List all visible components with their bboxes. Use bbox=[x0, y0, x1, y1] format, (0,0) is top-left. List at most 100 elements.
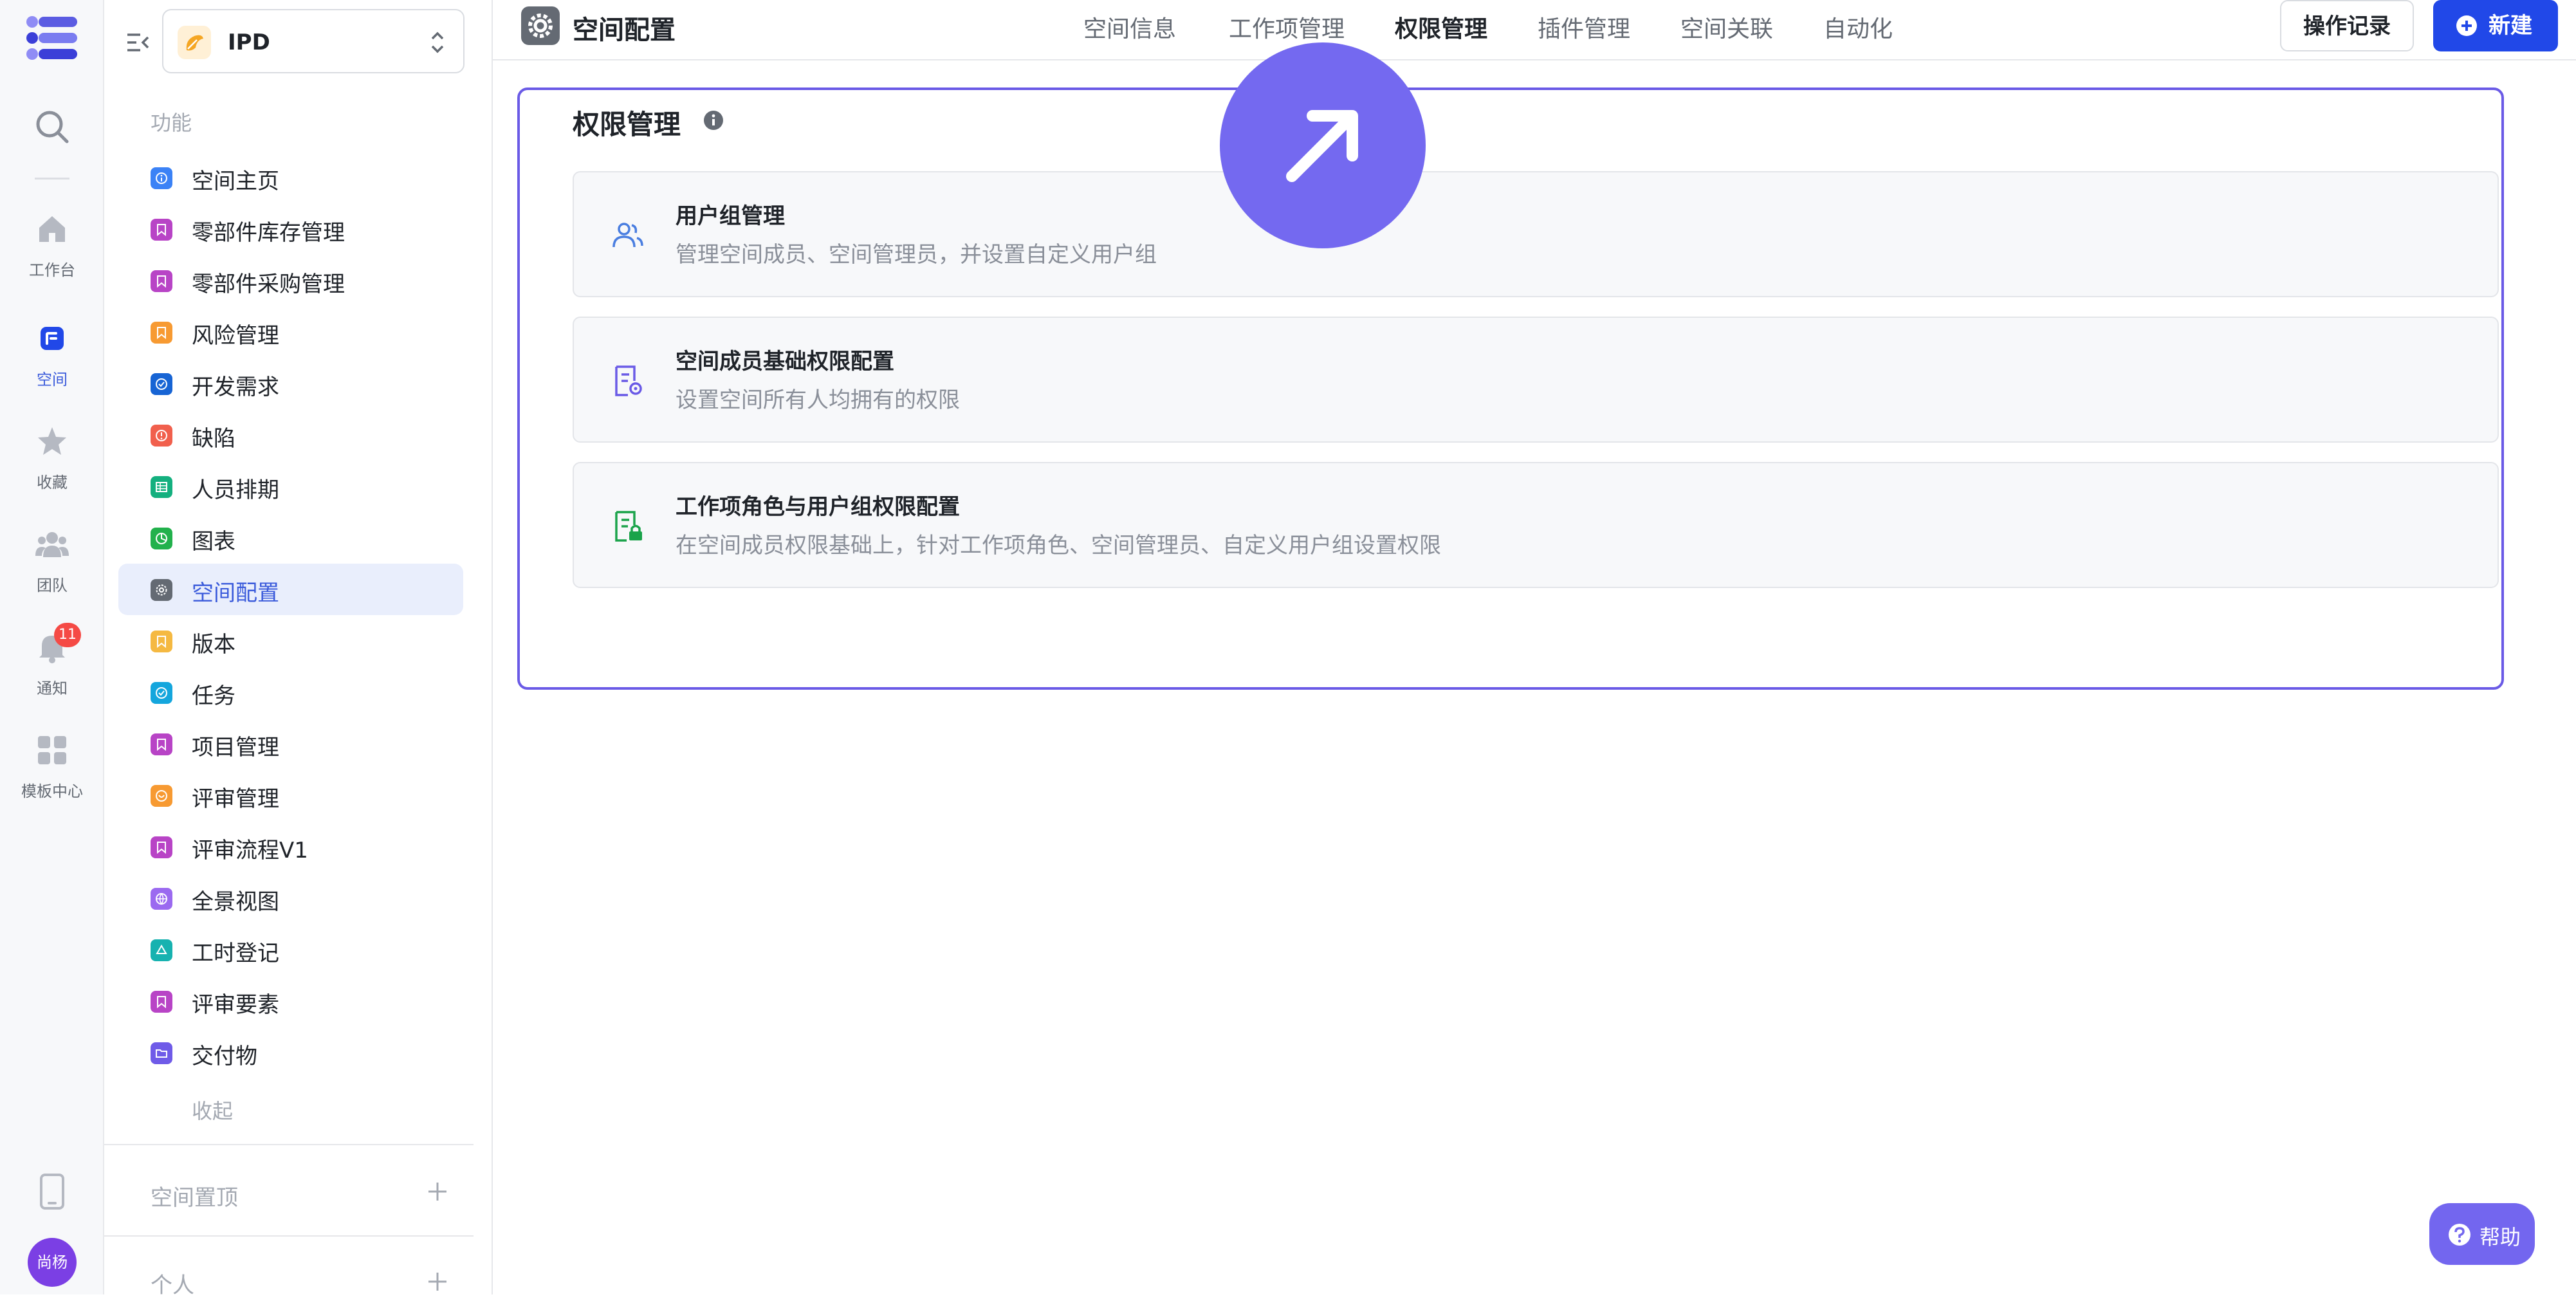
bookmark-icon bbox=[151, 631, 172, 652]
help-button[interactable]: 帮助 bbox=[2429, 1203, 2535, 1265]
sidebar-item-dev-requirements[interactable]: 开发需求 bbox=[118, 358, 463, 409]
collapse-sidebar-icon[interactable] bbox=[125, 30, 151, 55]
tab-automation[interactable]: 自动化 bbox=[1823, 10, 1893, 44]
sidebar-item-space-home[interactable]: 空间主页 bbox=[118, 152, 463, 203]
card-description: 设置空间所有人均拥有的权限 bbox=[676, 387, 960, 413]
review-icon bbox=[151, 785, 172, 807]
bookmark-icon bbox=[151, 322, 172, 344]
grid-icon bbox=[38, 736, 66, 764]
arrow-up-right-button[interactable] bbox=[1220, 42, 1426, 248]
add-pinned-icon[interactable] bbox=[426, 1180, 449, 1203]
sidebar-item-label: 工时登记 bbox=[192, 941, 279, 966]
search-icon[interactable] bbox=[33, 108, 71, 145]
rail-item-team[interactable]: 团队 bbox=[0, 528, 104, 611]
rail-item-space[interactable]: 空间 bbox=[0, 322, 104, 405]
tab-space-info[interactable]: 空间信息 bbox=[1083, 10, 1176, 44]
rail-item-workbench[interactable]: 工作台 bbox=[0, 212, 104, 296]
tab-work-item-management[interactable]: 工作项管理 bbox=[1229, 10, 1345, 44]
new-button-label: 新建 bbox=[2489, 13, 2532, 39]
sidebar-item-defects[interactable]: 缺陷 bbox=[118, 409, 463, 461]
member-base-permission-card[interactable]: 空间成员基础权限配置 设置空间所有人均拥有的权限 bbox=[573, 317, 2499, 443]
rail-item-templates[interactable]: 模板中心 bbox=[0, 733, 104, 817]
panorama-icon bbox=[151, 888, 172, 910]
bookmark-icon bbox=[151, 991, 172, 1013]
sidebar-divider bbox=[104, 1144, 474, 1145]
tab-plugin-management[interactable]: 插件管理 bbox=[1538, 10, 1630, 44]
collapse-link[interactable]: 收起 bbox=[192, 1095, 233, 1125]
sidebar-item-review-management[interactable]: 评审管理 bbox=[118, 769, 463, 821]
rail-label: 团队 bbox=[37, 576, 68, 594]
tab-space-association[interactable]: 空间关联 bbox=[1680, 10, 1773, 44]
plus-circle-icon bbox=[2456, 15, 2477, 36]
sidebar-item-label: 开发需求 bbox=[192, 374, 279, 400]
new-button[interactable]: 新建 bbox=[2433, 0, 2558, 51]
sidebar-item-label: 评审管理 bbox=[192, 786, 279, 812]
bookmark-icon bbox=[151, 270, 172, 292]
space-sidebar: IPD 功能 空间主页 零部件库存管理 零部件采购管理 风险管理 开发需求 缺陷… bbox=[104, 0, 493, 1298]
sidebar-item-version[interactable]: 版本 bbox=[118, 615, 463, 667]
info-icon bbox=[151, 167, 172, 189]
sidebar-item-panorama[interactable]: 全景视图 bbox=[118, 872, 463, 924]
space-icon bbox=[41, 327, 64, 350]
info-icon[interactable] bbox=[703, 109, 724, 131]
sidebar-item-review-elements[interactable]: 评审要素 bbox=[118, 975, 463, 1027]
folder-icon bbox=[151, 1042, 172, 1064]
sidebar-item-space-config[interactable]: 空间配置 bbox=[118, 564, 463, 615]
sidebar-item-label: 空间配置 bbox=[192, 580, 279, 606]
pinned-spaces-header: 空间置顶 bbox=[151, 1185, 238, 1211]
gear-icon bbox=[521, 6, 560, 45]
work-item-role-permission-card[interactable]: 工作项角色与用户组权限配置 在空间成员权限基础上，针对工作项角色、空间管理员、自… bbox=[573, 462, 2499, 588]
sidebar-divider bbox=[104, 1235, 474, 1237]
sidebar-item-deliverables[interactable]: 交付物 bbox=[118, 1027, 463, 1078]
operation-log-button[interactable]: 操作记录 bbox=[2280, 0, 2414, 51]
top-bar: 空间配置 空间信息 工作项管理 权限管理 插件管理 空间关联 自动化 操作记录 … bbox=[493, 0, 2576, 60]
sidebar-item-timesheet[interactable]: 工时登记 bbox=[118, 924, 463, 975]
user-group-card[interactable]: 用户组管理 管理空间成员、空间管理员，并设置自定义用户组 bbox=[573, 171, 2499, 297]
sidebar-item-label: 零部件采购管理 bbox=[192, 272, 345, 297]
team-icon bbox=[35, 532, 69, 557]
rail-item-favorites[interactable]: 收藏 bbox=[0, 425, 104, 508]
avatar[interactable]: 尚杨 bbox=[28, 1238, 77, 1287]
rail-item-notifications[interactable]: 11 通知 bbox=[0, 623, 104, 714]
sidebar-item-label: 风险管理 bbox=[192, 323, 279, 349]
sidebar-item-parts-inventory[interactable]: 零部件库存管理 bbox=[118, 203, 463, 255]
app-rail: 工作台 空间 收藏 团队 11 通知 模板中心 尚杨 bbox=[0, 0, 104, 1294]
sidebar-item-label: 空间主页 bbox=[192, 169, 279, 194]
rail-label: 通知 bbox=[37, 679, 68, 697]
space-selector[interactable]: IPD bbox=[162, 9, 465, 73]
sidebar-item-review-flow-v1[interactable]: 评审流程V1 bbox=[118, 821, 463, 872]
sidebar-item-label: 人员排期 bbox=[192, 477, 279, 503]
check-circle-icon bbox=[151, 682, 172, 704]
sidebar-item-parts-purchasing[interactable]: 零部件采购管理 bbox=[118, 255, 463, 306]
sidebar-item-risk[interactable]: 风险管理 bbox=[118, 306, 463, 358]
check-circle-icon bbox=[151, 373, 172, 395]
sidebar-item-label: 版本 bbox=[192, 632, 235, 658]
section-label-functions: 功能 bbox=[151, 111, 192, 135]
card-title: 空间成员基础权限配置 bbox=[676, 349, 894, 374]
doc-settings-icon bbox=[615, 365, 642, 396]
rail-label: 收藏 bbox=[37, 474, 68, 492]
app-logo[interactable] bbox=[26, 15, 78, 60]
add-personal-icon[interactable] bbox=[426, 1270, 449, 1293]
sidebar-item-label: 全景视图 bbox=[192, 889, 279, 915]
sidebar-item-label: 项目管理 bbox=[192, 735, 279, 760]
tab-permission-management[interactable]: 权限管理 bbox=[1395, 10, 1487, 44]
sidebar-item-staff-schedule[interactable]: 人员排期 bbox=[118, 461, 463, 512]
sidebar-item-project-management[interactable]: 项目管理 bbox=[118, 718, 463, 769]
doc-lock-icon bbox=[615, 511, 642, 542]
page-title: 空间配置 bbox=[573, 15, 676, 45]
sidebar-item-label: 图表 bbox=[192, 529, 235, 555]
card-description: 在空间成员权限基础上，针对工作项角色、空间管理员、自定义用户组设置权限 bbox=[676, 533, 1441, 558]
chevron-updown-icon bbox=[431, 32, 444, 53]
mobile-icon[interactable] bbox=[39, 1174, 66, 1210]
rail-label: 模板中心 bbox=[21, 782, 83, 800]
arrow-up-right-icon bbox=[1286, 110, 1358, 182]
card-title: 用户组管理 bbox=[676, 203, 785, 229]
sidebar-item-tasks[interactable]: 任务 bbox=[118, 667, 463, 718]
space-avatar-icon bbox=[178, 26, 211, 59]
bookmark-icon bbox=[151, 733, 172, 755]
bookmark-icon bbox=[151, 219, 172, 241]
alert-icon bbox=[151, 425, 172, 447]
rail-label: 工作台 bbox=[29, 261, 75, 279]
sidebar-item-charts[interactable]: 图表 bbox=[118, 512, 463, 564]
